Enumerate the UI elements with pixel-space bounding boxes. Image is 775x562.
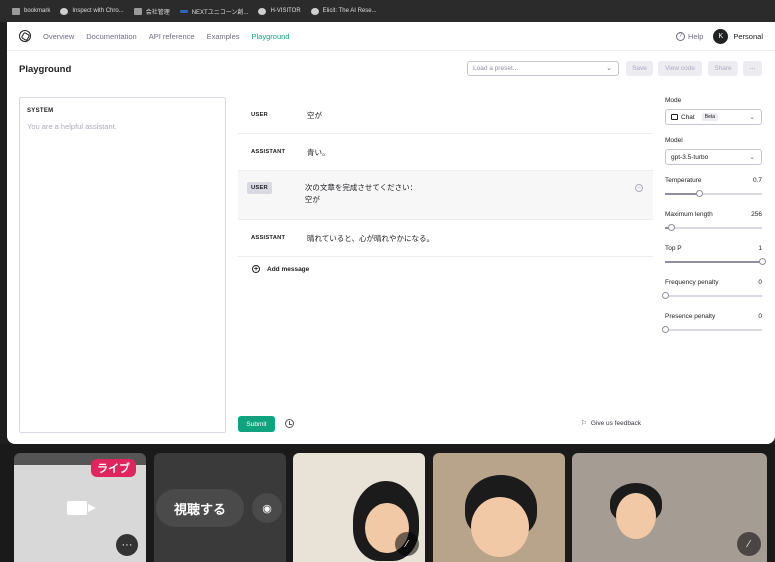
bookmark-next[interactable]: NEXTユニコーン創...: [179, 7, 248, 16]
message-row[interactable]: USER 空が: [238, 97, 653, 134]
frequency-penalty-slider[interactable]: [662, 292, 762, 299]
chat-icon: [671, 114, 678, 120]
bookmark-company[interactable]: 会社管理: [133, 7, 170, 16]
watch-button[interactable]: 視聴する: [156, 489, 244, 527]
frequency-penalty-value[interactable]: 0: [758, 279, 762, 286]
page-title: Playground: [19, 63, 72, 75]
bookmarks-bar: bookmark Inspect with Chro... 会社管理 NEXTユ…: [0, 0, 775, 22]
video-camera-icon: [67, 501, 96, 515]
participant-face: [616, 493, 656, 539]
system-input[interactable]: SYSTEM You are a helpful assistant.: [19, 97, 226, 433]
message-role[interactable]: USER: [247, 182, 272, 194]
video-tile-participant[interactable]: [433, 453, 565, 562]
submit-button[interactable]: Submit: [238, 416, 275, 432]
plus-circle-icon: +: [252, 265, 260, 273]
beta-badge: Beta: [701, 113, 719, 121]
folder-icon: [133, 7, 142, 15]
nav-documentation[interactable]: Documentation: [86, 32, 136, 41]
nav-playground[interactable]: Playground: [252, 32, 290, 41]
model-select[interactable]: gpt-3.5-turbo ⌄: [665, 149, 762, 165]
top-p-value[interactable]: 1: [758, 245, 762, 252]
video-tile-participant[interactable]: ⁄: [293, 453, 425, 562]
remove-message-icon[interactable]: −: [635, 184, 643, 192]
mic-off-icon[interactable]: ⁄: [737, 532, 761, 556]
flag-icon: ⚐: [581, 420, 587, 427]
view-code-button[interactable]: View code: [658, 61, 702, 76]
add-message-button[interactable]: + Add message: [238, 257, 653, 273]
mode-label: Mode: [665, 97, 682, 104]
account-menu[interactable]: K Personal: [713, 28, 763, 44]
feedback-link[interactable]: ⚐ Give us feedback: [581, 419, 641, 428]
message-list: USER 空が ASSISTANT 青い。 USER 次の文章を完成させてくださ…: [238, 97, 653, 273]
system-placeholder: You are a helpful assistant.: [27, 122, 117, 131]
top-p-slider[interactable]: [665, 258, 766, 265]
max-length-value[interactable]: 256: [751, 211, 762, 218]
preset-select[interactable]: Load a preset... ⌄: [467, 61, 619, 76]
message-role[interactable]: ASSISTANT: [251, 233, 307, 256]
message-role[interactable]: USER: [251, 110, 307, 133]
eye-plus-icon[interactable]: ◉: [252, 493, 282, 523]
more-options-button[interactable]: ···: [116, 534, 138, 556]
max-length-label: Maximum length: [665, 211, 713, 218]
participant-face: [471, 497, 529, 557]
temperature-label: Temperature: [665, 177, 702, 184]
chevron-down-icon: ⌄: [749, 154, 755, 161]
globe-icon: [60, 7, 69, 15]
presence-penalty-value[interactable]: 0: [758, 313, 762, 320]
chevron-down-icon: ⌄: [606, 65, 612, 72]
settings-panel: Mode Chat Beta ⌄ Model gpt-3.5-turbo ⌄ T…: [662, 97, 766, 347]
bookmark-elicit[interactable]: Elicit: The AI Rese...: [310, 7, 377, 15]
temperature-value[interactable]: 0.7: [753, 177, 762, 184]
top-nav: Overview Documentation API reference Exa…: [7, 22, 775, 51]
save-button[interactable]: Save: [626, 61, 653, 76]
share-button[interactable]: Share: [708, 61, 738, 76]
bookmark-inspect[interactable]: Inspect with Chro...: [60, 7, 124, 15]
system-label: SYSTEM: [27, 108, 54, 114]
globe-icon: [310, 7, 319, 15]
temperature-slider[interactable]: [665, 190, 762, 197]
message-row[interactable]: USER 次の文章を完成させてください： 空が −: [238, 171, 653, 220]
next-icon: [179, 9, 188, 13]
globe-icon: [258, 7, 267, 15]
history-icon[interactable]: [285, 419, 294, 428]
mic-off-icon[interactable]: ⁄: [395, 532, 419, 556]
nav-api-reference[interactable]: API reference: [149, 32, 195, 41]
message-text[interactable]: 空が: [307, 110, 322, 133]
presence-penalty-slider[interactable]: [662, 326, 762, 333]
message-text[interactable]: 晴れていると、心が晴れやかになる。: [307, 233, 434, 256]
presence-penalty-label: Presence penalty: [665, 313, 716, 320]
video-tile-watch[interactable]: 視聴する ◉: [154, 453, 286, 562]
avatar: K: [713, 28, 729, 44]
folder-icon: [12, 7, 20, 15]
chevron-down-icon: ⌄: [749, 114, 755, 121]
nav-overview[interactable]: Overview: [43, 32, 74, 41]
max-length-slider[interactable]: [665, 224, 762, 231]
help-link[interactable]: ? Help: [675, 31, 703, 41]
openai-logo-icon[interactable]: [19, 30, 31, 42]
message-row[interactable]: ASSISTANT 青い。: [238, 134, 653, 171]
nav-examples[interactable]: Examples: [207, 32, 240, 41]
frequency-penalty-label: Frequency penalty: [665, 279, 719, 286]
question-icon: ?: [675, 31, 685, 41]
message-text[interactable]: 次の文章を完成させてください： 空が: [305, 182, 417, 219]
message-role[interactable]: ASSISTANT: [251, 147, 307, 170]
model-label: Model: [665, 137, 683, 144]
mode-select[interactable]: Chat Beta ⌄: [665, 109, 762, 125]
live-badge: ライブ: [91, 459, 136, 477]
bookmark-h-visitor[interactable]: H-VISITOR: [258, 7, 301, 15]
playground-window: Overview Documentation API reference Exa…: [7, 22, 775, 444]
top-p-label: Top P: [665, 245, 682, 252]
video-tile-participant[interactable]: ⁄: [572, 453, 767, 562]
more-options-button[interactable]: ···: [743, 61, 762, 76]
bookmark-folder[interactable]: bookmark: [12, 7, 50, 15]
message-row[interactable]: ASSISTANT 晴れていると、心が晴れやかになる。: [238, 220, 653, 257]
message-text[interactable]: 青い。: [307, 147, 330, 170]
video-tile-screen-share[interactable]: ライブ ···: [14, 453, 146, 562]
